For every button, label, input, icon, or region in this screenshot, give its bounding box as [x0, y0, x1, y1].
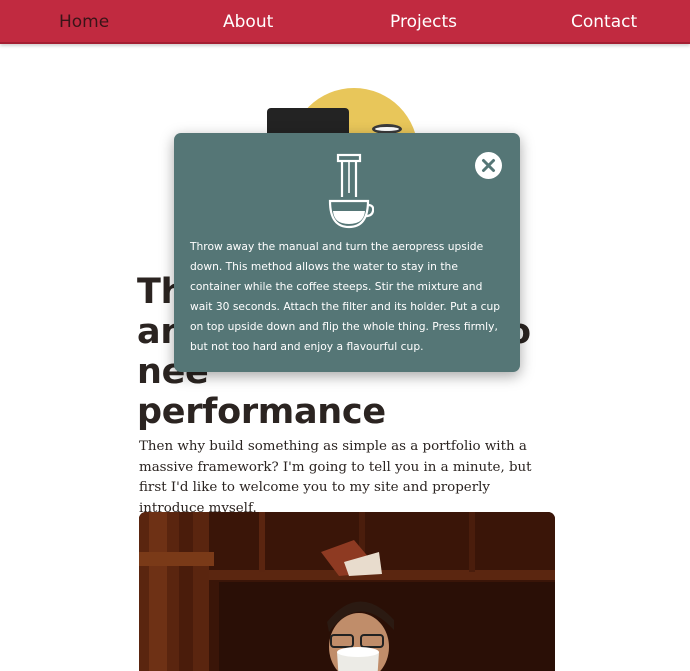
aeropress-tip-modal: Throw away the manual and turn the aerop… — [174, 133, 520, 372]
article-lead-paragraph: Then why build something as simple as a … — [139, 439, 532, 516]
top-nav: Home About Projects Contact — [0, 0, 690, 44]
nav-home[interactable]: Home — [59, 10, 109, 34]
close-icon — [482, 159, 495, 172]
nav-projects[interactable]: Projects — [390, 10, 457, 34]
photo-illustration — [139, 512, 555, 671]
coffee-drinker-photo — [139, 512, 555, 671]
aeropress-icon — [328, 153, 374, 229]
modal-body-text: Throw away the manual and turn the aerop… — [190, 240, 501, 353]
headline-line: performance — [137, 392, 386, 432]
nav-contact[interactable]: Contact — [571, 10, 637, 34]
close-button[interactable] — [475, 152, 502, 179]
nav-about[interactable]: About — [223, 10, 273, 34]
